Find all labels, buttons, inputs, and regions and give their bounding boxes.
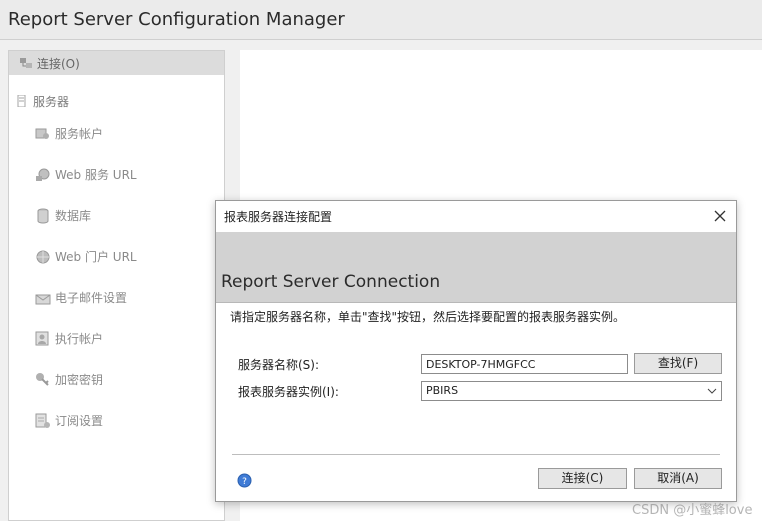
- dialog-titlebar: 报表服务器连接配置: [216, 201, 736, 232]
- subscription-icon: [35, 413, 50, 428]
- database-icon: [37, 208, 49, 223]
- connect-button[interactable]: 连接(O): [9, 51, 224, 75]
- sidebar-item-email-settings[interactable]: 电子邮件设置: [9, 277, 224, 318]
- sidebar-item-subscription-settings[interactable]: 订阅设置: [9, 400, 224, 441]
- connect-icon: [20, 58, 32, 68]
- sidebar: 连接(O) 服务器 服务帐户 Web 服务 URL 数据库 Web 门户 URL…: [8, 50, 225, 521]
- sidebar-item-database[interactable]: 数据库: [9, 195, 224, 236]
- instance-label: 报表服务器实例(I):: [238, 385, 339, 399]
- watermark: CSDN @小蜜蜂love: [632, 503, 753, 518]
- sidebar-item-web-service-url[interactable]: Web 服务 URL: [9, 154, 224, 195]
- web-portal-icon: [36, 250, 50, 263]
- help-icon[interactable]: ?: [237, 473, 252, 488]
- dialog-banner: Report Server Connection: [216, 232, 736, 303]
- execution-account-icon: [35, 331, 49, 345]
- server-icon: [17, 95, 26, 107]
- encryption-key-icon: [36, 372, 49, 386]
- server-node[interactable]: 服务器: [9, 89, 224, 113]
- connect-label: 连接(O): [37, 56, 80, 71]
- server-label: 服务器: [33, 94, 70, 109]
- dialog-instruction: 请指定服务器名称，单击"查找"按钮，然后选择要配置的报表服务器实例。: [230, 310, 626, 324]
- sidebar-item-service-account[interactable]: 服务帐户: [9, 113, 224, 154]
- close-icon[interactable]: [712, 208, 728, 224]
- connect-dialog-button[interactable]: 连接(C): [538, 468, 627, 489]
- sidebar-item-label: Web 服务 URL: [55, 168, 137, 182]
- server-name-input[interactable]: [421, 354, 628, 374]
- sidebar-item-label: 订阅设置: [55, 414, 104, 428]
- web-service-icon: [36, 168, 50, 181]
- cancel-button[interactable]: 取消(A): [634, 468, 722, 489]
- server-name-label: 服务器名称(S):: [238, 358, 320, 372]
- svg-text:?: ?: [242, 477, 247, 487]
- sidebar-item-label: 电子邮件设置: [55, 291, 128, 305]
- sidebar-item-label: Web 门户 URL: [55, 250, 137, 264]
- chevron-down-icon: [707, 388, 717, 394]
- sidebar-item-label: 加密密钥: [55, 373, 104, 387]
- find-button[interactable]: 查找(F): [634, 353, 722, 374]
- sidebar-item-label: 数据库: [55, 209, 92, 223]
- email-icon: [35, 294, 51, 304]
- sidebar-item-label: 服务帐户: [55, 127, 104, 141]
- dialog-heading: Report Server Connection: [221, 272, 441, 292]
- instance-selected-value: PBIRS: [426, 384, 459, 397]
- sidebar-item-execution-account[interactable]: 执行帐户: [9, 318, 224, 359]
- sidebar-item-web-portal-url[interactable]: Web 门户 URL: [9, 236, 224, 277]
- instance-select[interactable]: PBIRS: [421, 381, 722, 401]
- service-account-icon: [35, 128, 49, 139]
- sidebar-item-encryption-keys[interactable]: 加密密钥: [9, 359, 224, 400]
- dialog-divider: [232, 454, 720, 455]
- connection-dialog: 报表服务器连接配置 Report Server Connection 请指定服务…: [215, 200, 737, 502]
- dialog-title: 报表服务器连接配置: [224, 210, 333, 224]
- sidebar-item-label: 执行帐户: [55, 332, 104, 346]
- app-title: Report Server Configuration Manager: [0, 0, 762, 40]
